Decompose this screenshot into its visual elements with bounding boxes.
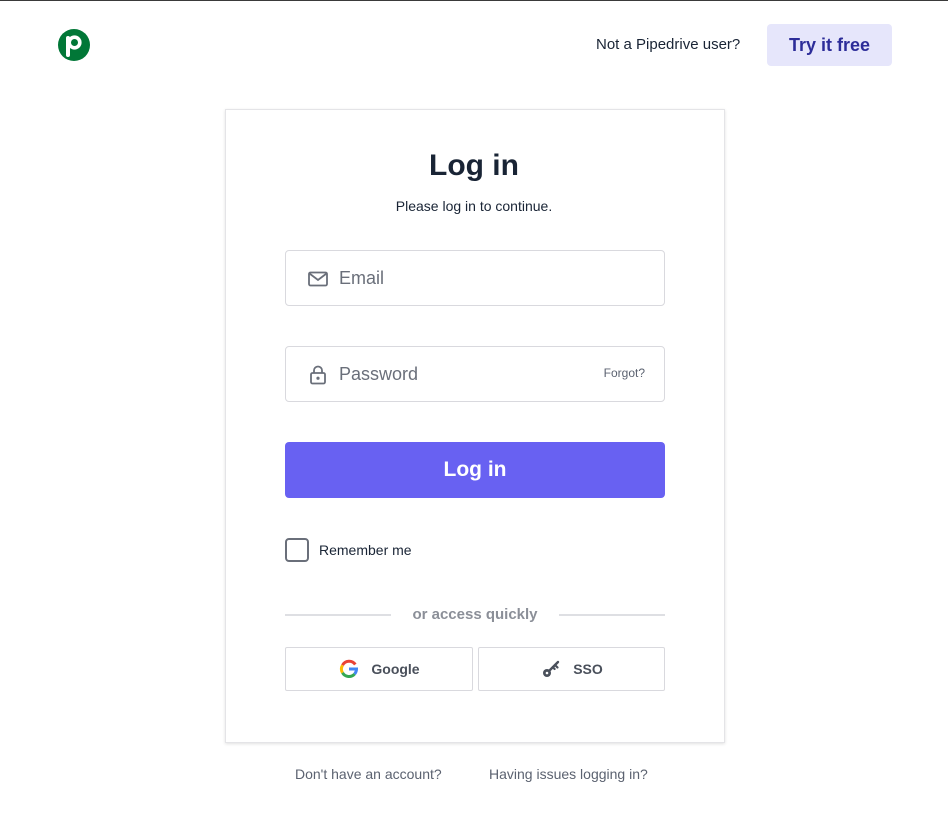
google-button-label: Google [371, 661, 420, 677]
lock-icon [307, 365, 329, 385]
forgot-password-link[interactable]: Forgot? [604, 366, 645, 380]
pipedrive-p-glyph [66, 35, 82, 57]
google-icon [338, 658, 360, 680]
login-submit-button[interactable]: Log in [285, 442, 665, 498]
password-field[interactable]: Forgot? [285, 346, 665, 402]
remember-me-label: Remember me [319, 542, 412, 558]
remember-me-checkbox[interactable] [285, 538, 309, 562]
divider-line-right [559, 614, 665, 616]
no-account-link[interactable]: Don't have an account? [295, 766, 442, 782]
divider-text: or access quickly [412, 606, 538, 623]
login-issues-link[interactable]: Having issues logging in? [489, 766, 648, 782]
sso-login-button[interactable]: SSO [478, 647, 665, 691]
page-subtitle: Please log in to continue. [395, 198, 553, 214]
sso-button-label: SSO [573, 661, 603, 677]
email-field[interactable] [285, 250, 665, 306]
not-a-user-text: Not a Pipedrive user? [596, 36, 741, 53]
google-login-button[interactable]: Google [285, 647, 473, 691]
pipedrive-logo-icon[interactable] [58, 29, 90, 61]
remember-me-option[interactable]: Remember me [285, 538, 412, 562]
top-border-line [0, 0, 948, 1]
page-title: Log in [429, 149, 519, 182]
password-input[interactable] [339, 347, 599, 401]
email-input[interactable] [339, 251, 599, 305]
key-icon [540, 658, 562, 680]
try-it-free-button[interactable]: Try it free [767, 24, 892, 66]
divider-line-left [285, 614, 391, 616]
envelope-icon [307, 269, 329, 289]
